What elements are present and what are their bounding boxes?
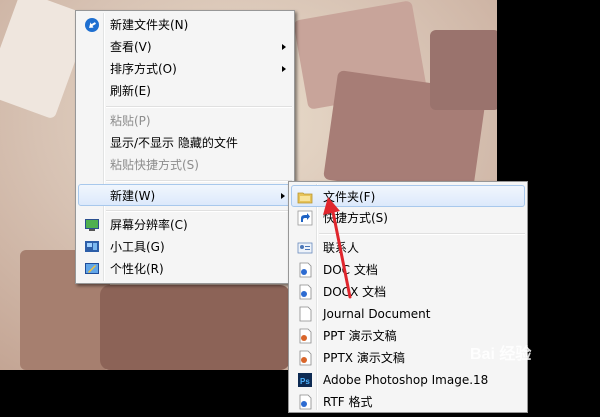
submenu-arrow-icon	[282, 44, 286, 50]
menu-item-screen-resolution[interactable]: 屏幕分辨率(C)	[78, 214, 292, 236]
menu-item-label: RTF 格式	[323, 395, 373, 409]
pptx-icon	[297, 350, 313, 366]
menu-item-label: 粘贴(P)	[110, 114, 151, 128]
shortcut-icon	[297, 210, 313, 226]
journal-icon	[297, 306, 313, 322]
watermark-text: Bai 经验	[470, 346, 532, 363]
menu-item-refresh[interactable]: 刷新(E)	[78, 80, 292, 102]
menu-separator	[106, 180, 292, 182]
photoshop-icon: Ps	[297, 372, 313, 388]
menu-item-label: 小工具(G)	[110, 240, 165, 254]
menu-item-label: PPTX 演示文稿	[323, 351, 405, 365]
submenu-item-photoshop[interactable]: Ps Adobe Photoshop Image.18	[291, 369, 525, 391]
rock-shape	[100, 285, 290, 370]
menu-item-label: 显示/不显示 隐藏的文件	[110, 136, 238, 150]
rock-shape	[430, 30, 500, 110]
folder-icon	[297, 189, 313, 205]
ppt-icon	[297, 328, 313, 344]
menu-item-label: PPT 演示文稿	[323, 329, 397, 343]
submenu-item-rtf[interactable]: RTF 格式	[291, 391, 525, 413]
menu-item-toggle-hidden-files[interactable]: 显示/不显示 隐藏的文件	[78, 132, 292, 154]
menu-item-personalize[interactable]: 个性化(R)	[78, 258, 292, 280]
menu-item-label: 新建文件夹(N)	[110, 18, 189, 32]
menu-item-label: Adobe Photoshop Image.18	[323, 373, 489, 387]
contact-icon	[297, 240, 313, 256]
new-folder-icon	[84, 17, 100, 33]
menu-item-label: 查看(V)	[110, 40, 152, 54]
menu-separator	[106, 210, 292, 212]
menu-separator	[106, 106, 292, 108]
desktop-context-menu: 新建文件夹(N) 查看(V) 排序方式(O) 刷新(E) 粘贴(P) 显示/不显…	[75, 10, 295, 284]
menu-item-new-folder[interactable]: 新建文件夹(N)	[78, 14, 292, 36]
menu-item-view[interactable]: 查看(V)	[78, 36, 292, 58]
personalize-icon	[84, 261, 100, 277]
red-annotation-arrow	[323, 197, 352, 299]
rtf-icon	[297, 394, 313, 410]
menu-item-paste: 粘贴(P)	[78, 110, 292, 132]
menu-item-label: 个性化(R)	[110, 262, 164, 276]
menu-item-paste-shortcut: 粘贴快捷方式(S)	[78, 154, 292, 176]
gadgets-icon	[84, 239, 100, 255]
menu-item-label: Journal Document	[323, 307, 431, 321]
menu-item-label: 屏幕分辨率(C)	[110, 218, 188, 232]
menu-item-gadgets[interactable]: 小工具(G)	[78, 236, 292, 258]
screen-resolution-icon	[84, 217, 100, 233]
menu-item-sort-by[interactable]: 排序方式(O)	[78, 58, 292, 80]
menu-item-label: 新建(W)	[110, 189, 156, 203]
menu-item-new[interactable]: 新建(W)	[78, 184, 292, 206]
docx-icon	[297, 284, 313, 300]
menu-item-label: 粘贴快捷方式(S)	[110, 158, 199, 172]
submenu-item-journal[interactable]: Journal Document	[291, 303, 525, 325]
doc-icon	[297, 262, 313, 278]
menu-item-label: 排序方式(O)	[110, 62, 177, 76]
submenu-arrow-icon	[281, 193, 285, 199]
submenu-arrow-icon	[282, 66, 286, 72]
menu-item-label: 刷新(E)	[110, 84, 151, 98]
baidu-watermark: Bai 经验	[470, 340, 590, 370]
svg-text:Ps: Ps	[300, 377, 310, 386]
